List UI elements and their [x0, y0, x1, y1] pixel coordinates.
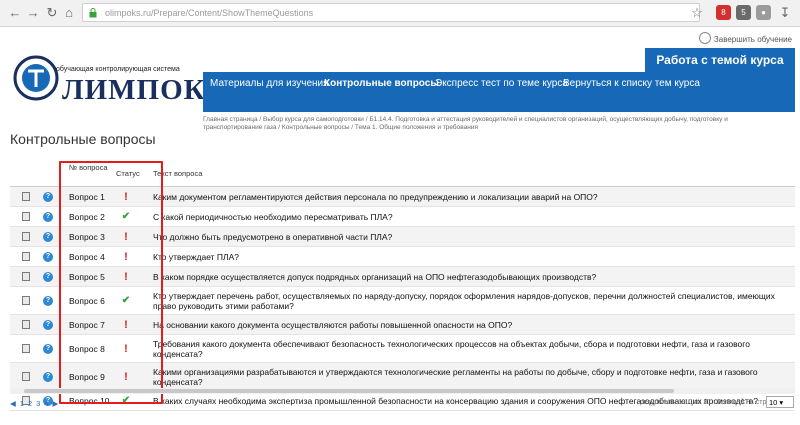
extension-badge-icon[interactable]: 8: [716, 5, 731, 20]
row-doc-cell: [22, 227, 32, 246]
document-icon[interactable]: [22, 296, 30, 305]
row-help-cell: ?: [43, 315, 55, 334]
document-icon[interactable]: [22, 212, 30, 221]
help-icon[interactable]: ?: [43, 343, 53, 354]
row-doc-cell: [22, 287, 32, 314]
per-page-select[interactable]: 10 ▾: [766, 396, 794, 408]
question-text[interactable]: Кто утверждает ПЛА?: [153, 247, 793, 266]
question-text[interactable]: В каком порядке осуществляется допуск по…: [153, 267, 793, 286]
finish-learning-link[interactable]: Завершить обучение: [698, 32, 792, 44]
page-link[interactable]: 2: [28, 399, 32, 408]
row-help-cell: ?: [43, 287, 55, 314]
row-help-cell: ?: [43, 227, 55, 246]
highlight-frame: [59, 161, 163, 404]
page-next-icon[interactable]: ▶: [52, 399, 58, 408]
page-link[interactable]: 3: [36, 399, 40, 408]
row-doc-cell: [22, 335, 32, 362]
horizontal-scrollbar[interactable]: [10, 388, 795, 394]
question-text[interactable]: Каким документом регламентируются действ…: [153, 187, 793, 206]
row-help-cell: ?: [43, 247, 55, 266]
menu-express-test[interactable]: Экспресс тест по теме курса: [435, 72, 568, 115]
menu-back-to-themes[interactable]: Вернуться к списку тем курса: [563, 72, 700, 115]
row-help-cell: ?: [43, 363, 55, 390]
help-icon[interactable]: ?: [43, 271, 53, 282]
forward-icon[interactable]: →: [24, 4, 42, 22]
help-icon[interactable]: ?: [43, 231, 53, 242]
breadcrumb[interactable]: Главная страница / Выбор курса для самоп…: [203, 116, 773, 132]
document-icon[interactable]: [22, 192, 30, 201]
main-menu: Материалы для изучения Контрольные вопро…: [203, 72, 795, 112]
help-icon[interactable]: ?: [43, 211, 53, 222]
per-page-value: 10: [769, 398, 778, 407]
help-icon[interactable]: ?: [43, 251, 53, 262]
question-text[interactable]: Требования какого документа обеспечивают…: [153, 335, 793, 362]
question-text[interactable]: Что должно быть предусмотрено в оператив…: [153, 227, 793, 246]
address-bar[interactable]: olimpoks.ru/Prepare/Content/ShowThemeQue…: [82, 3, 700, 22]
row-doc-cell: [22, 363, 32, 390]
row-doc-cell: [22, 207, 32, 226]
row-doc-cell: [22, 187, 32, 206]
extension-shield-icon[interactable]: ●: [756, 5, 771, 20]
download-icon[interactable]: ↧: [776, 4, 794, 22]
menu-materials[interactable]: Материалы для изучения: [210, 72, 329, 115]
row-help-cell: ?: [43, 207, 55, 226]
page-link[interactable]: 1: [20, 399, 24, 408]
logo-subtitle: обучающая контролирующая система: [56, 66, 180, 73]
browser-toolbar: ← → ↻ ⌂ olimpoks.ru/Prepare/Content/Show…: [0, 0, 800, 27]
reload-icon[interactable]: ↻: [43, 4, 61, 22]
question-text[interactable]: На основании какого документа осуществля…: [153, 315, 793, 334]
extension-mail-icon[interactable]: 5: [736, 5, 751, 20]
document-icon[interactable]: [22, 320, 30, 329]
row-help-cell: ?: [43, 335, 55, 362]
question-text[interactable]: Какими организациями разрабатываются и у…: [153, 363, 793, 390]
document-icon[interactable]: [22, 344, 30, 353]
row-help-cell: ?: [43, 267, 55, 286]
flag-icon: [698, 32, 711, 44]
question-text[interactable]: С какой периодичностью необходимо пересм…: [153, 207, 793, 226]
finish-learning-label: Завершить обучение: [713, 35, 792, 44]
help-icon[interactable]: ?: [43, 371, 53, 382]
course-work-button[interactable]: Работа с темой курса: [645, 48, 795, 72]
back-icon[interactable]: ←: [6, 4, 24, 22]
row-help-cell: ?: [43, 187, 55, 206]
document-icon[interactable]: [22, 272, 30, 281]
lock-icon: [89, 8, 97, 18]
row-doc-cell: [22, 315, 32, 334]
scroll-thumb[interactable]: [24, 389, 674, 393]
row-doc-cell: [22, 247, 32, 266]
document-icon[interactable]: [22, 372, 30, 381]
pager-info: результаты 1-10 из 31 Записей на страниц…: [640, 399, 786, 406]
url-text: olimpoks.ru/Prepare/Content/ShowThemeQue…: [105, 8, 314, 18]
page-first-icon[interactable]: ◀: [10, 399, 16, 408]
menu-control-questions[interactable]: Контрольные вопросы: [324, 72, 439, 115]
help-icon[interactable]: ?: [43, 295, 53, 306]
help-icon[interactable]: ?: [43, 319, 53, 330]
page-title: Контрольные вопросы: [10, 131, 156, 147]
row-doc-cell: [22, 267, 32, 286]
help-icon[interactable]: ?: [43, 191, 53, 202]
document-icon[interactable]: [22, 252, 30, 261]
pagination: ◀ 1 2 3 4 ▶: [10, 399, 62, 408]
page-link[interactable]: 4: [44, 399, 48, 408]
document-icon[interactable]: [22, 232, 30, 241]
star-icon[interactable]: ☆: [688, 4, 706, 22]
question-text[interactable]: Кто утверждает перечень работ, осуществл…: [153, 287, 793, 314]
home-icon[interactable]: ⌂: [60, 4, 78, 22]
results-info: результаты 1-10 из 31: [640, 399, 712, 406]
